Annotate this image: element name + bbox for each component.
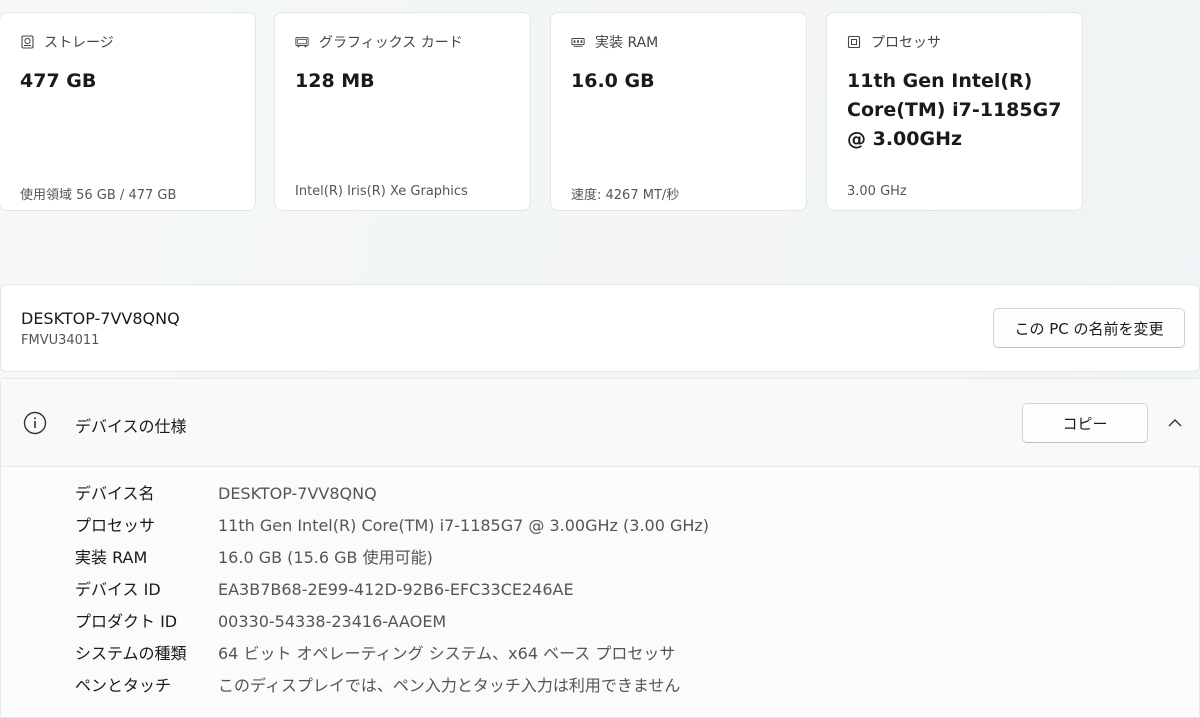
storage-card-label: ストレージ: [44, 35, 114, 51]
spec-row-device-id: デバイス ID EA3B7B68-2E99-412D-92B6-EFC33CE2…: [1, 574, 1200, 606]
device-specs-panel: デバイスの仕様 コピー デバイス名 DESKTOP-7VV8QNQ プロセッサ …: [0, 378, 1200, 718]
ram-card-value: 16.0 GB: [571, 70, 655, 92]
spec-key: システムの種類: [75, 644, 187, 663]
ram-card[interactable]: 実装 RAM 16.0 GB 速度: 4267 MT/秒: [550, 12, 807, 211]
processor-card-detail: 3.00 GHz: [847, 184, 907, 199]
pc-name-panel: DESKTOP-7VV8QNQ FMVU34011 この PC の名前を変更: [0, 284, 1200, 372]
device-specs-header[interactable]: デバイスの仕様 コピー: [1, 379, 1200, 467]
graphics-card-detail: Intel(R) Iris(R) Xe Graphics: [295, 184, 468, 199]
spec-row-product-id: プロダクト ID 00330-54338-23416-AAOEM: [1, 606, 1200, 638]
processor-card-header: プロセッサ: [847, 32, 941, 52]
spec-row-pen-and-touch: ペンとタッチ このディスプレイでは、ペン入力とタッチ入力は利用できません: [1, 670, 1200, 702]
storage-card-value: 477 GB: [20, 70, 97, 92]
processor-card-label: プロセッサ: [871, 35, 941, 51]
spec-key: プロダクト ID: [75, 612, 178, 631]
graphics-card-label: グラフィックス カード: [319, 35, 463, 51]
spec-key: デバイス名: [75, 484, 155, 503]
storage-card[interactable]: ストレージ 477 GB 使用領域 56 GB / 477 GB: [0, 12, 256, 211]
graphics-card-card[interactable]: グラフィックス カード 128 MB Intel(R) Iris(R) Xe G…: [274, 12, 531, 211]
processor-card-value: 11th Gen Intel(R) Core(TM) i7-1185G7 @ 3…: [847, 70, 1062, 150]
info-icon: [23, 411, 47, 435]
graphics-card-icon: [295, 35, 309, 49]
storage-card-detail: 使用領域 56 GB / 477 GB: [20, 188, 177, 203]
spec-value: EA3B7B68-2E99-412D-92B6-EFC33CE246AE: [218, 580, 574, 599]
spec-row-installed-ram: 実装 RAM 16.0 GB (15.6 GB 使用可能): [1, 542, 1200, 574]
graphics-card-header: グラフィックス カード: [295, 32, 463, 52]
storage-icon: [20, 35, 34, 49]
ram-icon: [571, 35, 585, 49]
spec-key: 実装 RAM: [75, 548, 148, 567]
copy-button[interactable]: コピー: [1022, 403, 1148, 443]
spec-value: 16.0 GB (15.6 GB 使用可能): [218, 548, 433, 567]
device-specs-title: デバイスの仕様: [75, 417, 187, 436]
processor-icon: [847, 35, 861, 49]
spec-row-device-name: デバイス名 DESKTOP-7VV8QNQ: [1, 478, 1200, 510]
spec-key: ペンとタッチ: [75, 676, 172, 695]
ram-card-label: 実装 RAM: [595, 35, 659, 51]
spec-value: DESKTOP-7VV8QNQ: [218, 484, 377, 503]
spec-value: 64 ビット オペレーティング システム、x64 ベース プロセッサ: [218, 644, 676, 663]
chevron-up-icon[interactable]: [1167, 415, 1183, 431]
spec-row-processor: プロセッサ 11th Gen Intel(R) Core(TM) i7-1185…: [1, 510, 1200, 542]
spec-key: プロセッサ: [75, 516, 156, 535]
spec-value: このディスプレイでは、ペン入力とタッチ入力は利用できません: [218, 676, 681, 695]
rename-pc-button[interactable]: この PC の名前を変更: [993, 308, 1185, 348]
spec-key: デバイス ID: [75, 580, 161, 599]
pc-model: FMVU34011: [21, 333, 100, 348]
spec-row-system-type: システムの種類 64 ビット オペレーティング システム、x64 ベース プロセ…: [1, 638, 1200, 670]
pc-name: DESKTOP-7VV8QNQ: [21, 309, 180, 328]
ram-card-detail: 速度: 4267 MT/秒: [571, 188, 680, 203]
spec-value: 00330-54338-23416-AAOEM: [218, 612, 447, 631]
graphics-card-value: 128 MB: [295, 70, 375, 92]
ram-card-header: 実装 RAM: [571, 32, 658, 52]
storage-card-header: ストレージ: [20, 32, 114, 52]
processor-card[interactable]: プロセッサ 11th Gen Intel(R) Core(TM) i7-1185…: [826, 12, 1083, 211]
spec-value: 11th Gen Intel(R) Core(TM) i7-1185G7 @ 3…: [218, 516, 710, 535]
